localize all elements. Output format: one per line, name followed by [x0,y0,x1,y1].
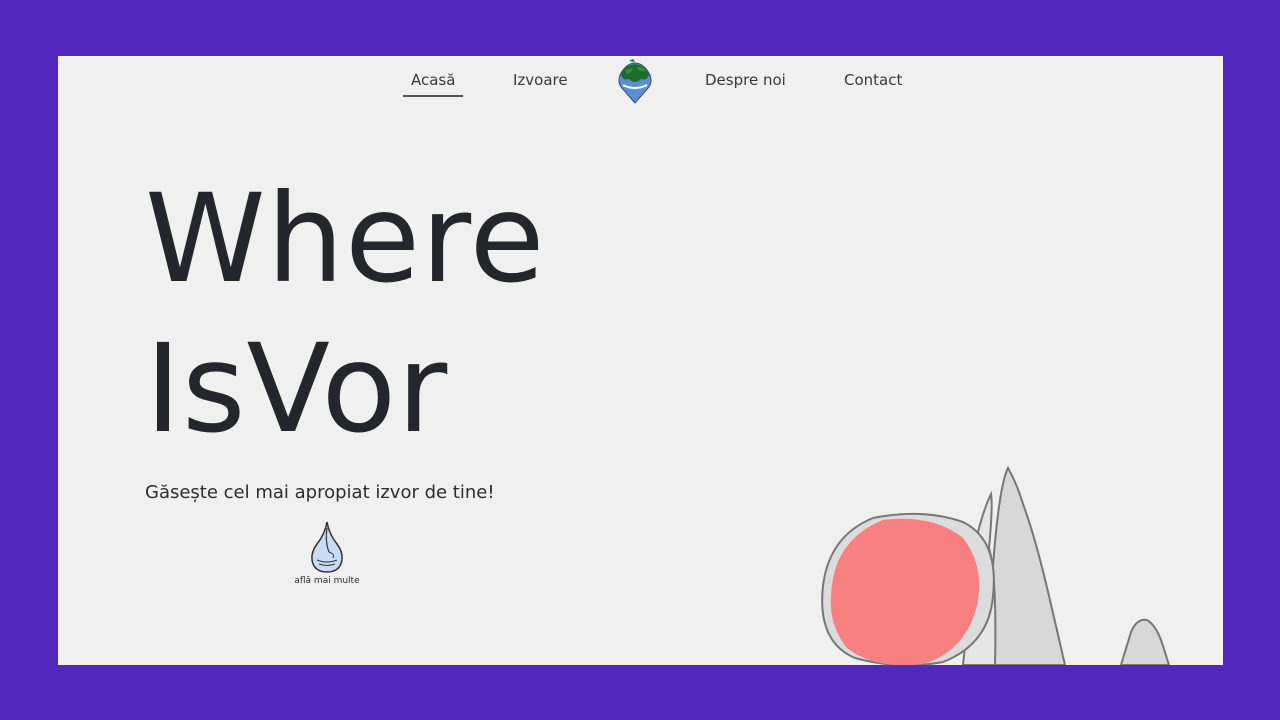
hero-title-line2: IsVor [145,318,449,460]
nav-item-contact[interactable]: Contact [844,71,902,89]
hero-title-line1: Where [145,168,546,310]
page-frame: Acasă Izvoare Despre noi Contact Where I… [58,56,1223,665]
nav-item-izvoare[interactable]: Izvoare [513,71,568,89]
nav-item-acasa[interactable]: Acasă [403,71,464,97]
water-drop-forest-logo-icon[interactable] [617,57,653,105]
hero-subtitle: Găsește cel mai apropiat izvor de tine! [145,482,495,503]
main-nav: Acasă Izvoare Despre noi Contact [58,56,1223,106]
nav-item-despre-noi[interactable]: Despre noi [705,71,786,89]
hero-title: Where IsVor [145,164,546,464]
learn-more-button[interactable]: află mai multe [283,520,371,586]
learn-more-label: află mai multe [294,576,360,586]
water-drop-icon [311,521,343,573]
mountain-sun-illustration [803,456,1223,665]
